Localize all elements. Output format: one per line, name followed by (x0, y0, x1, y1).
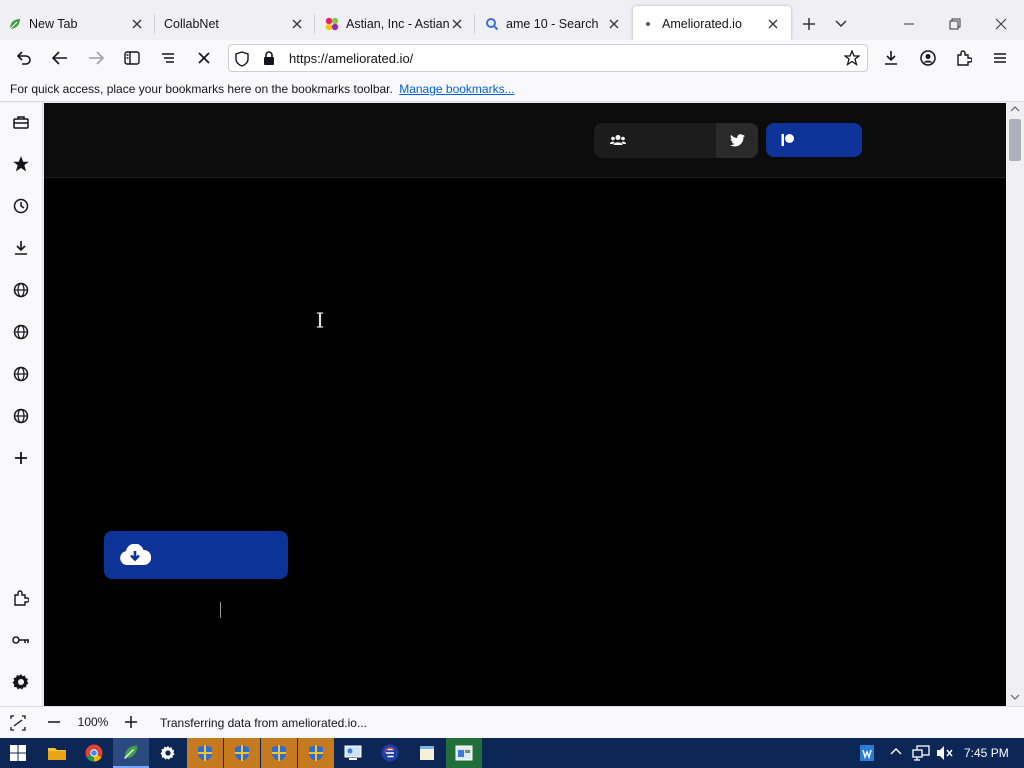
tab-title: Astian, Inc - Astian Cloud (346, 17, 449, 31)
screenshot-tool-icon[interactable] (10, 715, 26, 731)
close-tab-icon[interactable] (449, 16, 465, 32)
patreon-button[interactable] (766, 123, 862, 157)
web-panel-globe-icon[interactable] (7, 360, 35, 388)
twitter-bird-icon (729, 134, 745, 147)
zoom-out-button[interactable] (47, 715, 61, 729)
leaf-icon (7, 16, 23, 32)
app-window-icon[interactable] (446, 738, 482, 768)
manage-bookmarks-link[interactable]: Manage bookmarks... (399, 82, 514, 96)
list-all-tabs-icon[interactable] (154, 44, 182, 72)
status-message: Transferring data from ameliorated.io... (160, 716, 367, 730)
loading-dot-icon (640, 16, 656, 32)
extensions-sidebar-icon[interactable] (7, 584, 35, 612)
close-window-button[interactable] (987, 10, 1015, 38)
tab-title: CollabNet (164, 17, 219, 31)
shield-app-icon[interactable] (261, 738, 297, 768)
settings-gear-icon[interactable] (7, 668, 35, 696)
bookmark-star-icon[interactable] (844, 50, 860, 66)
scrollbar-thumb[interactable] (1009, 119, 1021, 161)
briefcase-icon[interactable] (7, 108, 35, 136)
shield-app-icon[interactable] (187, 738, 223, 768)
word-doc-icon[interactable] (852, 738, 882, 768)
text-cursor-icon (316, 312, 324, 328)
close-tab-icon[interactable] (129, 16, 145, 32)
bookmarks-toolbar: For quick access, place your bookmarks h… (0, 76, 1024, 102)
network-icon[interactable] (912, 745, 930, 761)
search-icon (484, 16, 500, 32)
lock-icon[interactable] (263, 51, 275, 66)
zoom-in-button[interactable] (124, 715, 138, 729)
page-scrollbar[interactable] (1006, 103, 1024, 706)
tracking-shield-icon[interactable] (235, 51, 249, 67)
volume-muted-icon[interactable] (936, 745, 954, 761)
text-caret (220, 602, 221, 618)
scroll-up-arrow-icon[interactable] (1010, 106, 1020, 112)
address-bar[interactable]: https://ameliorated.io/ (228, 44, 868, 72)
account-icon[interactable] (914, 44, 942, 72)
undo-close-tab-icon[interactable] (10, 44, 38, 72)
windows-taskbar: 7:45 PM (0, 738, 1024, 768)
restore-button[interactable] (941, 10, 969, 38)
close-tab-icon[interactable] (765, 16, 781, 32)
start-windows-icon[interactable] (0, 738, 36, 768)
taskbar-clock[interactable]: 7:45 PM (964, 746, 1009, 760)
url-text: https://ameliorated.io/ (289, 51, 414, 66)
patreon-icon (781, 133, 795, 147)
e-app-icon[interactable] (372, 738, 408, 768)
twitter-button[interactable] (716, 123, 758, 158)
cloud-download-icon (119, 544, 151, 566)
bookmarks-star-icon[interactable] (7, 150, 35, 178)
close-tab-icon[interactable] (606, 16, 622, 32)
astian-logo-icon (324, 16, 340, 32)
show-hidden-icons-chevron-icon[interactable] (890, 747, 902, 755)
list-tabs-button[interactable] (827, 10, 855, 38)
status-bar: 100% Transferring data from ameliorated.… (0, 706, 1024, 738)
app-menu-icon[interactable] (986, 44, 1014, 72)
shield-app-icon[interactable] (298, 738, 334, 768)
stop-loading-button[interactable] (190, 44, 218, 72)
history-clock-icon[interactable] (7, 192, 35, 220)
sidebar (0, 103, 43, 706)
chrome-icon[interactable] (76, 738, 112, 768)
tab-title: Ameliorated.io (662, 17, 742, 31)
bookmarks-hint: For quick access, place your bookmarks h… (10, 82, 393, 96)
tab-title: New Tab (29, 17, 78, 31)
web-page-content (44, 103, 1006, 706)
downloads-panel-icon[interactable] (7, 234, 35, 262)
web-panel-globe-icon[interactable] (7, 402, 35, 430)
shield-app-icon[interactable] (224, 738, 260, 768)
passwords-key-icon[interactable] (7, 626, 35, 654)
back-button[interactable] (46, 44, 74, 72)
web-panel-globe-icon[interactable] (7, 276, 35, 304)
downloads-icon[interactable] (877, 44, 905, 72)
navigation-toolbar: https://ameliorated.io/ (0, 40, 1024, 76)
settings-taskbar-icon[interactable] (150, 738, 186, 768)
zoom-level[interactable]: 100% (72, 715, 114, 729)
notepad-icon[interactable] (409, 738, 445, 768)
extensions-icon[interactable] (950, 44, 978, 72)
download-button[interactable] (104, 531, 288, 579)
browser-taskbar-icon[interactable] (113, 738, 149, 768)
new-tab-button[interactable] (795, 10, 823, 38)
sidebar-toggle-icon[interactable] (118, 44, 146, 72)
control-panel-icon[interactable] (335, 738, 371, 768)
users-icon (610, 134, 626, 146)
tab-title: ame 10 - Search (506, 17, 599, 31)
web-panel-globe-icon[interactable] (7, 318, 35, 346)
scroll-down-arrow-icon[interactable] (1010, 694, 1020, 700)
add-panel-icon[interactable] (7, 444, 35, 472)
forward-button[interactable] (82, 44, 110, 72)
close-tab-icon[interactable] (289, 16, 305, 32)
minimize-button[interactable] (895, 10, 923, 38)
file-explorer-icon[interactable] (39, 738, 75, 768)
site-header (44, 103, 1006, 178)
tab-ameliorated[interactable]: Ameliorated.io (633, 6, 791, 42)
